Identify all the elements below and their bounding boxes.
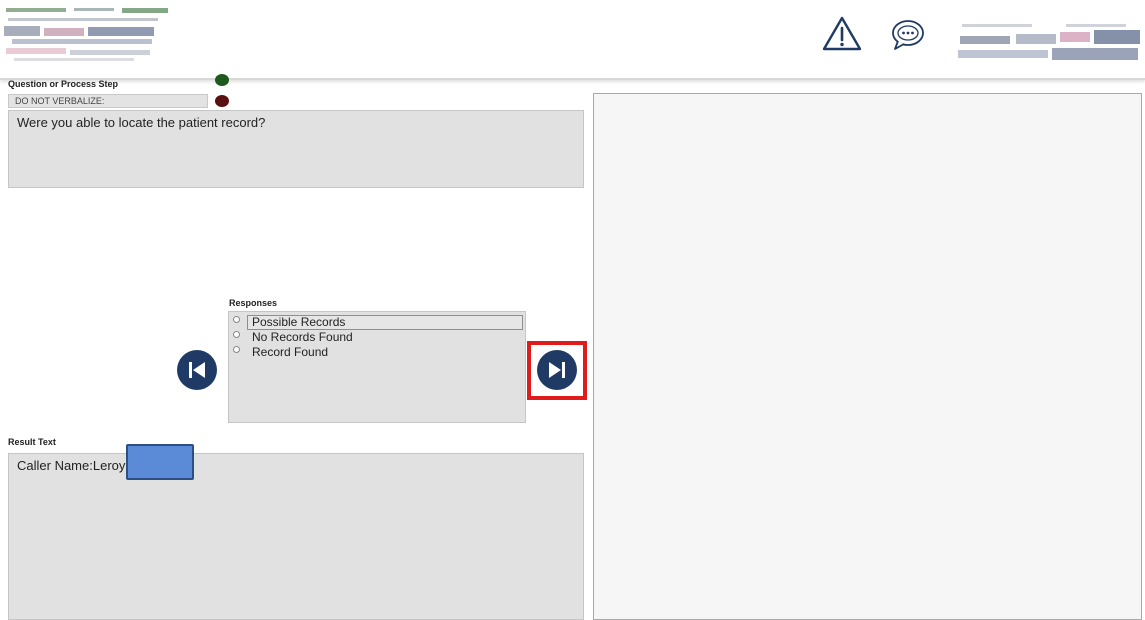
radio-button-icon[interactable]: [233, 331, 240, 338]
responses-list: Possible Records No Records Found Record…: [228, 311, 526, 423]
redaction-box: [126, 444, 194, 480]
user-logo: [956, 22, 1142, 66]
question-text-box: Were you able to locate the patient reco…: [8, 110, 584, 188]
response-option-label: Record Found: [252, 345, 329, 359]
organization-logo: [4, 6, 172, 66]
status-indicator-red: [215, 95, 229, 107]
response-option[interactable]: No Records Found: [233, 330, 353, 345]
result-text: Caller Name:Leroy: [17, 458, 126, 473]
chat-icon[interactable]: [888, 14, 928, 54]
previous-step-button[interactable]: [177, 350, 217, 390]
warning-icon[interactable]: [820, 14, 864, 54]
question-text: Were you able to locate the patient reco…: [17, 115, 266, 130]
result-text-box: Caller Name:Leroy: [8, 453, 584, 620]
do-not-verbalize-label: DO NOT VERBALIZE:: [8, 94, 208, 108]
question-section-label: Question or Process Step: [8, 79, 119, 89]
radio-button-icon[interactable]: [233, 346, 240, 353]
details-panel: [593, 93, 1142, 620]
response-option[interactable]: Record Found: [233, 345, 328, 360]
skip-back-icon: [189, 362, 205, 378]
app-window: Question or Process Step DO NOT VERBALIZ…: [0, 0, 1145, 620]
response-option-label: No Records Found: [252, 330, 353, 344]
skip-forward-icon: [549, 362, 565, 378]
next-step-button[interactable]: [537, 350, 577, 390]
app-header: [0, 0, 1145, 80]
response-option[interactable]: Possible Records: [233, 315, 523, 330]
response-option-label: Possible Records: [247, 315, 523, 330]
result-text-label: Result Text: [8, 437, 56, 447]
status-indicator-green: [215, 74, 229, 86]
responses-label: Responses: [229, 298, 278, 308]
radio-button-icon[interactable]: [233, 316, 240, 323]
